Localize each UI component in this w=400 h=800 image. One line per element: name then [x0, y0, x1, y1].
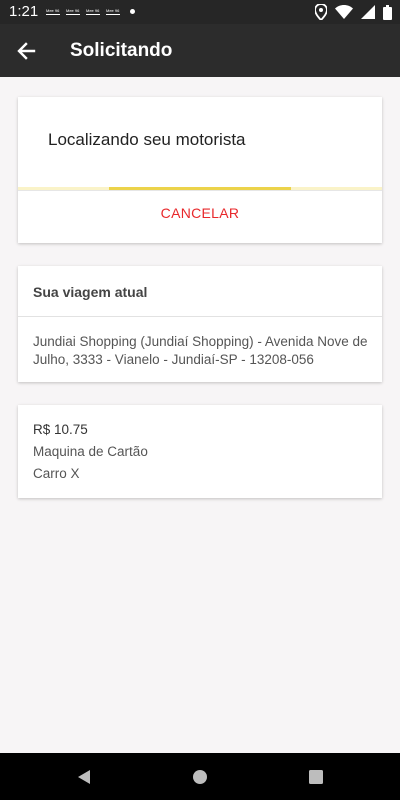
nav-home-button[interactable]	[192, 769, 208, 785]
divider	[18, 316, 382, 317]
system-nav-bar	[0, 753, 400, 800]
location-icon	[315, 4, 327, 20]
divider	[18, 190, 382, 191]
payment-card: R$ 10.75 Maquina de Cartão Carro X	[18, 405, 382, 498]
search-status-text: Localizando seu motorista	[48, 130, 246, 149]
payment-method: Maquina de Cartão	[33, 444, 148, 459]
notification-icon: Mee 96	[106, 8, 120, 15]
status-time: 1:21	[9, 3, 39, 20]
current-trip-card: Sua viagem atual Jundiai Shopping (Jundi…	[18, 266, 382, 382]
nav-recents-button[interactable]	[308, 769, 324, 785]
back-button[interactable]	[14, 38, 40, 64]
status-bar: 1:21 Mee 96 Mee 96 Mee 96 Mee 96	[0, 0, 400, 24]
recents-square-icon	[309, 770, 323, 784]
back-triangle-icon	[78, 770, 90, 784]
trip-address: Jundiai Shopping (Jundiaí Shopping) - Av…	[33, 334, 368, 367]
home-circle-icon	[193, 770, 207, 784]
trip-header: Sua viagem atual	[33, 284, 148, 300]
notification-icons: Mee 96 Mee 96 Mee 96 Mee 96	[46, 8, 135, 15]
page-title: Solicitando	[70, 40, 173, 61]
app-bar: Solicitando	[0, 24, 400, 77]
notification-icon: Mee 96	[46, 8, 60, 15]
signal-icon	[361, 5, 375, 19]
cancel-button[interactable]: CANCELAR	[18, 205, 382, 221]
battery-icon	[383, 4, 392, 20]
arrow-left-icon	[17, 42, 36, 60]
more-notifications-dot-icon	[130, 9, 135, 14]
car-category: Carro X	[33, 466, 80, 481]
nav-back-button[interactable]	[76, 769, 92, 785]
notification-icon: Mee 96	[86, 8, 100, 15]
driver-search-card: Localizando seu motorista CANCELAR	[18, 97, 382, 243]
notification-icon: Mee 96	[66, 8, 80, 15]
wifi-icon	[335, 5, 353, 19]
status-icons	[315, 4, 392, 20]
trip-price: R$ 10.75	[33, 422, 88, 437]
